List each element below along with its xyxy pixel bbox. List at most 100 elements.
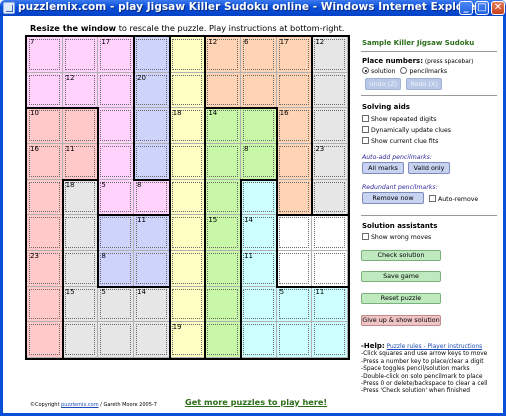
grid-cell[interactable] (98, 322, 134, 358)
grid-cell[interactable]: 23 (312, 144, 348, 180)
grid-cell[interactable]: 11 (241, 251, 277, 287)
grid-cell[interactable]: 15 (205, 215, 241, 251)
grid-cell[interactable]: 5 (276, 286, 313, 323)
grid-cell[interactable] (62, 108, 99, 144)
grid-cell[interactable]: 10 (27, 108, 63, 144)
grid-cell[interactable]: 11 (62, 144, 99, 180)
grid-cell[interactable] (312, 215, 348, 251)
grid-cell[interactable] (169, 179, 206, 216)
grid-cell[interactable] (27, 215, 63, 251)
grid-cell[interactable] (169, 144, 206, 180)
grid-cell[interactable]: 19 (169, 322, 206, 358)
copyright-link[interactable]: puzzlemix.com (61, 402, 99, 408)
grid-cell[interactable] (134, 108, 170, 144)
grid-cell[interactable] (241, 72, 277, 109)
grid-cell[interactable] (205, 144, 241, 180)
grid-cell[interactable] (62, 37, 99, 73)
grid-cell[interactable] (276, 179, 313, 216)
grid-cell[interactable]: 12 (205, 37, 241, 73)
grid-cell[interactable] (169, 286, 206, 323)
reset-puzzle-button[interactable]: Reset puzzle (361, 293, 441, 304)
grid-cell[interactable] (98, 72, 134, 109)
grid-cell[interactable] (276, 144, 313, 180)
grid-cell[interactable] (276, 215, 313, 251)
grid-cell[interactable]: 17 (98, 37, 134, 73)
save-game-button[interactable]: Save game (361, 271, 441, 282)
grid-cell[interactable] (312, 108, 348, 144)
grid-cell[interactable] (134, 322, 170, 358)
grid-cell[interactable] (312, 322, 348, 358)
aid-repeated-row[interactable]: Show repeated digits (362, 115, 436, 123)
wrong-moves-checkbox[interactable] (362, 233, 369, 240)
grid-cell[interactable] (205, 251, 241, 287)
grid-cell[interactable]: 17 (276, 37, 313, 73)
grid-cell[interactable]: 5 (98, 179, 134, 216)
grid-cell[interactable] (169, 72, 206, 109)
valid-only-button[interactable]: Valid only (408, 162, 450, 174)
grid-cell[interactable] (62, 251, 99, 287)
grid-cell[interactable] (205, 179, 241, 216)
auto-remove-label[interactable]: Auto-remove (438, 196, 478, 203)
grid-cell[interactable]: 8 (98, 251, 134, 287)
grid-cell[interactable] (241, 286, 277, 323)
grid-cell[interactable] (27, 72, 63, 109)
check-solution-button[interactable]: Check solution (361, 250, 441, 261)
grid-cell[interactable]: 14 (241, 215, 277, 251)
close-button[interactable]: ✕ (491, 1, 505, 15)
grid-cell[interactable] (27, 322, 63, 358)
grid-cell[interactable] (27, 286, 63, 323)
grid-cell[interactable] (205, 72, 241, 109)
grid-cell[interactable] (205, 322, 241, 358)
grid-cell[interactable] (98, 144, 134, 180)
aid-dynamic-label[interactable]: Dynamically update clues (371, 127, 451, 134)
aid-clue-fits-label[interactable]: Show current clue fits (371, 138, 438, 145)
grid-cell[interactable]: 23 (27, 251, 63, 287)
grid-cell[interactable] (169, 251, 206, 287)
more-puzzles-link[interactable]: Get more puzzles to play here! (185, 397, 327, 407)
aid-repeated-checkbox[interactable] (362, 115, 369, 122)
grid-cell[interactable] (205, 286, 241, 323)
grid-cell[interactable]: 12 (312, 37, 348, 73)
grid-cell[interactable]: 5 (98, 286, 134, 323)
aid-dynamic-row[interactable]: Dynamically update clues (362, 126, 451, 134)
grid-cell[interactable] (241, 108, 277, 144)
grid-cell[interactable] (62, 322, 99, 358)
grid-cell[interactable] (169, 37, 206, 73)
undo-button[interactable]: Undo (Z) (365, 78, 401, 90)
grid-cell[interactable] (312, 72, 348, 109)
aid-clue-fits-row[interactable]: Show current clue fits (362, 137, 438, 145)
grid-cell[interactable]: 18 (169, 108, 206, 144)
grid-cell[interactable]: 12 (62, 72, 99, 109)
grid-cell[interactable] (312, 251, 348, 287)
grid-cell[interactable] (98, 108, 134, 144)
grid-cell[interactable]: 18 (62, 179, 99, 216)
grid-cell[interactable]: 15 (62, 286, 99, 323)
grid-cell[interactable] (134, 37, 170, 73)
aid-clue-fits-checkbox[interactable] (362, 137, 369, 144)
window-titlebar[interactable]: puzzlemix.com - play Jigsaw Killer Sudok… (0, 0, 506, 16)
grid-cell[interactable] (276, 251, 313, 287)
grid-cell[interactable]: 14 (134, 286, 170, 323)
grid-cell[interactable]: 8 (241, 144, 277, 180)
remove-now-button[interactable]: Remove now (362, 192, 424, 204)
puzzle-grid[interactable]: 7 17 12 6 17 12 12 20 10 18 14 16 16 11 8 23 18 5 8 11 15 14 2… (25, 35, 350, 360)
grid-cell[interactable] (312, 179, 348, 216)
radio-pencilmarks-label[interactable]: pencilmarks (409, 68, 447, 75)
radio-pencilmarks[interactable] (400, 67, 408, 74)
grid-cell[interactable] (27, 179, 63, 216)
radio-solution-label[interactable]: solution (371, 68, 396, 75)
grid-cell[interactable]: 11 (134, 215, 170, 251)
grid-cell[interactable]: 16 (27, 144, 63, 180)
grid-cell[interactable] (276, 72, 313, 109)
grid-cell[interactable] (241, 179, 277, 216)
auto-remove-checkbox[interactable] (429, 195, 436, 202)
grid-cell[interactable]: 8 (134, 179, 170, 216)
give-up-button[interactable]: Give up & show solution (361, 315, 441, 326)
auto-remove-row[interactable]: Auto-remove (429, 195, 478, 203)
grid-cell[interactable]: 7 (27, 37, 63, 73)
help-links[interactable]: Puzzle rules - Player instructions (387, 344, 483, 350)
aid-repeated-label[interactable]: Show repeated digits (371, 116, 436, 123)
grid-cell[interactable]: 20 (134, 72, 170, 109)
grid-cell[interactable]: 16 (276, 108, 313, 144)
redo-button[interactable]: Redo (X) (406, 78, 442, 90)
